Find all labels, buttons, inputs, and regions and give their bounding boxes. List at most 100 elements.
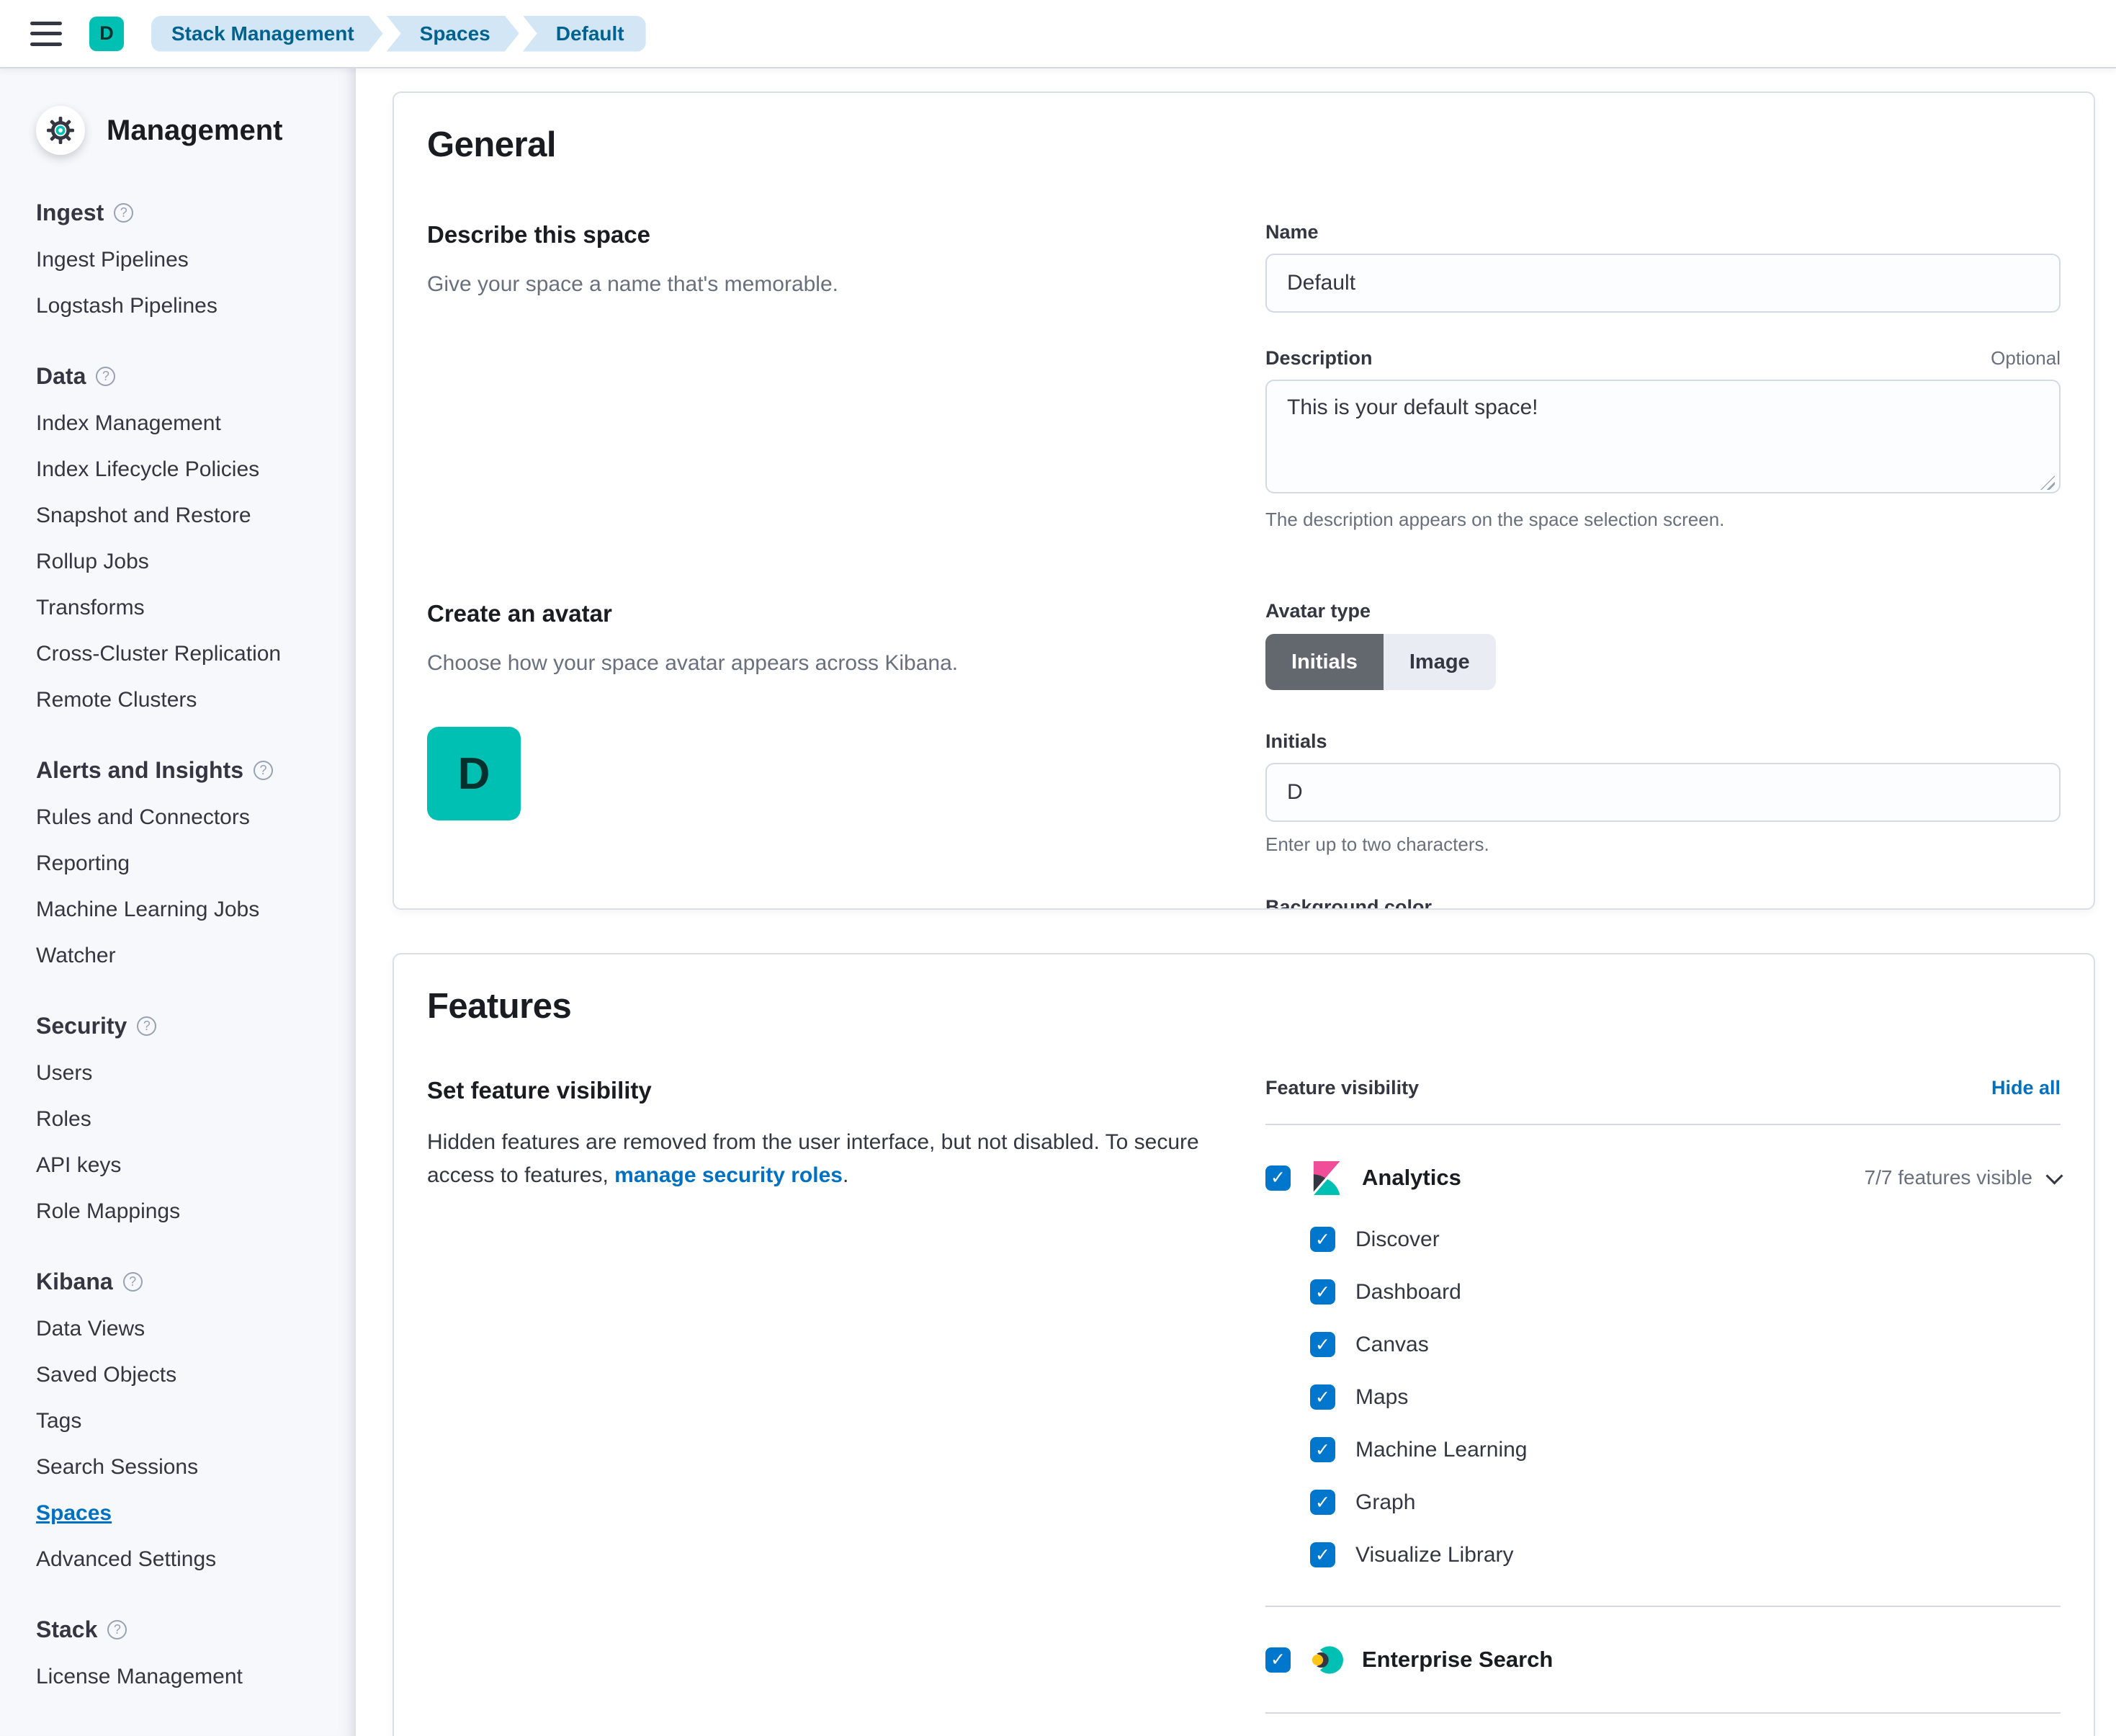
space-avatar-small[interactable]: D xyxy=(89,17,124,51)
name-input[interactable] xyxy=(1265,254,2061,313)
avatar-type-label: Avatar type xyxy=(1265,600,2061,622)
sidebar-item-machine-learning-jobs[interactable]: Machine Learning Jobs xyxy=(36,898,334,922)
analytics-checkbox[interactable] xyxy=(1265,1165,1291,1191)
sidebar-item-remote-clusters[interactable]: Remote Clusters xyxy=(36,688,334,712)
feature-group-analytics: Analytics 7/7 features visible xyxy=(1265,1150,2061,1206)
sidebar-item-reporting[interactable]: Reporting xyxy=(36,851,334,876)
general-title: General xyxy=(427,125,2061,165)
sidebar-item-api-keys[interactable]: API keys xyxy=(36,1153,334,1178)
enterprise-search-checkbox[interactable] xyxy=(1265,1647,1291,1673)
sidebar-item-cross-cluster-replication[interactable]: Cross-Cluster Replication xyxy=(36,642,334,666)
avatar-type-button-group: Initials Image xyxy=(1265,634,1496,690)
help-icon[interactable]: ? xyxy=(107,1620,127,1639)
kibana-analytics-logo-icon xyxy=(1309,1161,1343,1195)
help-icon[interactable]: ? xyxy=(96,367,115,386)
subfeature-machine-learning: Machine Learning xyxy=(1310,1423,2061,1476)
create-avatar-heading: Create an avatar xyxy=(427,600,1218,627)
feature-group-label[interactable]: Analytics xyxy=(1362,1165,1461,1191)
section-stack: Stack xyxy=(36,1616,97,1643)
sidebar-title: Management xyxy=(107,115,283,147)
divider xyxy=(1265,1712,2061,1714)
subfeature-discover: Discover xyxy=(1310,1213,2061,1266)
sidebar-item-logstash-pipelines[interactable]: Logstash Pipelines xyxy=(36,294,334,318)
description-textarea[interactable]: This is your default space! xyxy=(1265,380,2061,493)
graph-checkbox[interactable] xyxy=(1310,1490,1335,1515)
analytics-feature-count: 7/7 features visible xyxy=(1865,1166,2032,1189)
subfeature-maps: Maps xyxy=(1310,1371,2061,1423)
sidebar-item-rollup-jobs[interactable]: Rollup Jobs xyxy=(36,550,334,574)
subfeature-canvas: Canvas xyxy=(1310,1318,2061,1371)
sidebar-item-snapshot-and-restore[interactable]: Snapshot and Restore xyxy=(36,504,334,528)
section-security: Security xyxy=(36,1013,127,1039)
management-sidebar: Management Ingest ? Ingest Pipelines Log… xyxy=(0,68,356,1736)
sidebar-item-ingest-pipelines[interactable]: Ingest Pipelines xyxy=(36,248,334,272)
space-avatar-preview: D xyxy=(427,727,521,820)
help-icon[interactable]: ? xyxy=(123,1272,143,1292)
create-avatar-hint: Choose how your space avatar appears acr… xyxy=(427,648,1218,679)
discover-checkbox[interactable] xyxy=(1310,1227,1335,1252)
section-ingest: Ingest xyxy=(36,200,104,226)
canvas-checkbox[interactable] xyxy=(1310,1332,1335,1357)
sidebar-item-advanced-settings[interactable]: Advanced Settings xyxy=(36,1547,334,1572)
general-panel: General Describe this space Give your sp… xyxy=(393,91,2095,910)
hide-all-link[interactable]: Hide all xyxy=(1991,1077,2061,1099)
help-icon[interactable]: ? xyxy=(254,761,273,780)
help-icon[interactable]: ? xyxy=(114,203,133,223)
sidebar-item-saved-objects[interactable]: Saved Objects xyxy=(36,1363,334,1387)
management-gear-icon xyxy=(36,106,85,155)
top-header: D Stack Management Spaces Default xyxy=(0,0,2116,68)
avatar-type-image-button[interactable]: Image xyxy=(1384,634,1496,690)
describe-space-heading: Describe this space xyxy=(427,221,1218,249)
feature-visibility-description: Hidden features are removed from the use… xyxy=(427,1126,1218,1192)
features-panel: Features Set feature visibility Hidden f… xyxy=(393,953,2095,1736)
optional-badge: Optional xyxy=(1991,347,2061,370)
description-label: Description xyxy=(1265,347,1373,370)
main-content: General Describe this space Give your sp… xyxy=(356,68,2116,1736)
section-kibana: Kibana xyxy=(36,1269,113,1295)
breadcrumb: Stack Management Spaces Default xyxy=(151,16,650,52)
description-help: The description appears on the space sel… xyxy=(1265,509,2061,531)
describe-space-hint: Give your space a name that's memorable. xyxy=(427,269,1218,300)
menu-icon[interactable] xyxy=(30,22,62,46)
set-feature-visibility-heading: Set feature visibility xyxy=(427,1077,1218,1104)
name-label: Name xyxy=(1265,221,2061,243)
sidebar-item-transforms[interactable]: Transforms xyxy=(36,596,334,620)
visualize-library-checkbox[interactable] xyxy=(1310,1542,1335,1567)
sidebar-item-index-management[interactable]: Index Management xyxy=(36,411,334,436)
subfeature-dashboard: Dashboard xyxy=(1310,1266,2061,1318)
features-title: Features xyxy=(427,986,2061,1026)
collapse-analytics-icon[interactable] xyxy=(2045,1167,2063,1184)
avatar-type-initials-button[interactable]: Initials xyxy=(1265,634,1384,690)
initials-input[interactable] xyxy=(1265,763,2061,822)
sidebar-item-tags[interactable]: Tags xyxy=(36,1409,334,1433)
subfeature-visualize-library: Visualize Library xyxy=(1310,1529,2061,1581)
divider xyxy=(1265,1606,2061,1607)
sidebar-item-search-sessions[interactable]: Search Sessions xyxy=(36,1455,334,1480)
sidebar-item-data-views[interactable]: Data Views xyxy=(36,1317,334,1341)
breadcrumb-stack-management[interactable]: Stack Management xyxy=(151,16,383,52)
breadcrumb-default: Default xyxy=(523,16,646,52)
sidebar-item-spaces[interactable]: Spaces xyxy=(36,1501,334,1526)
dashboard-checkbox[interactable] xyxy=(1310,1279,1335,1305)
manage-security-roles-link[interactable]: manage security roles xyxy=(614,1163,843,1187)
sidebar-item-license-management[interactable]: License Management xyxy=(36,1665,334,1689)
initials-label: Initials xyxy=(1265,730,2061,753)
section-data: Data xyxy=(36,363,86,390)
machine-learning-checkbox[interactable] xyxy=(1310,1437,1335,1462)
enterprise-search-logo-icon xyxy=(1309,1643,1343,1677)
sidebar-item-rules-and-connectors[interactable]: Rules and Connectors xyxy=(36,805,334,830)
breadcrumb-spaces[interactable]: Spaces xyxy=(387,16,519,52)
maps-checkbox[interactable] xyxy=(1310,1384,1335,1410)
subfeature-graph: Graph xyxy=(1310,1476,2061,1529)
background-color-label: Background color xyxy=(1265,896,2061,910)
sidebar-item-roles[interactable]: Roles xyxy=(36,1107,334,1132)
sidebar-item-watcher[interactable]: Watcher xyxy=(36,944,334,968)
sidebar-item-role-mappings[interactable]: Role Mappings xyxy=(36,1199,334,1224)
sidebar-item-users[interactable]: Users xyxy=(36,1061,334,1086)
sidebar-item-index-lifecycle-policies[interactable]: Index Lifecycle Policies xyxy=(36,457,334,482)
section-alerts-and-insights: Alerts and Insights xyxy=(36,757,243,784)
feature-visibility-label: Feature visibility xyxy=(1265,1077,1419,1099)
feature-group-enterprise-search: Enterprise Search xyxy=(1265,1632,2061,1688)
help-icon[interactable]: ? xyxy=(137,1016,156,1036)
feature-group-label[interactable]: Enterprise Search xyxy=(1362,1647,1553,1673)
